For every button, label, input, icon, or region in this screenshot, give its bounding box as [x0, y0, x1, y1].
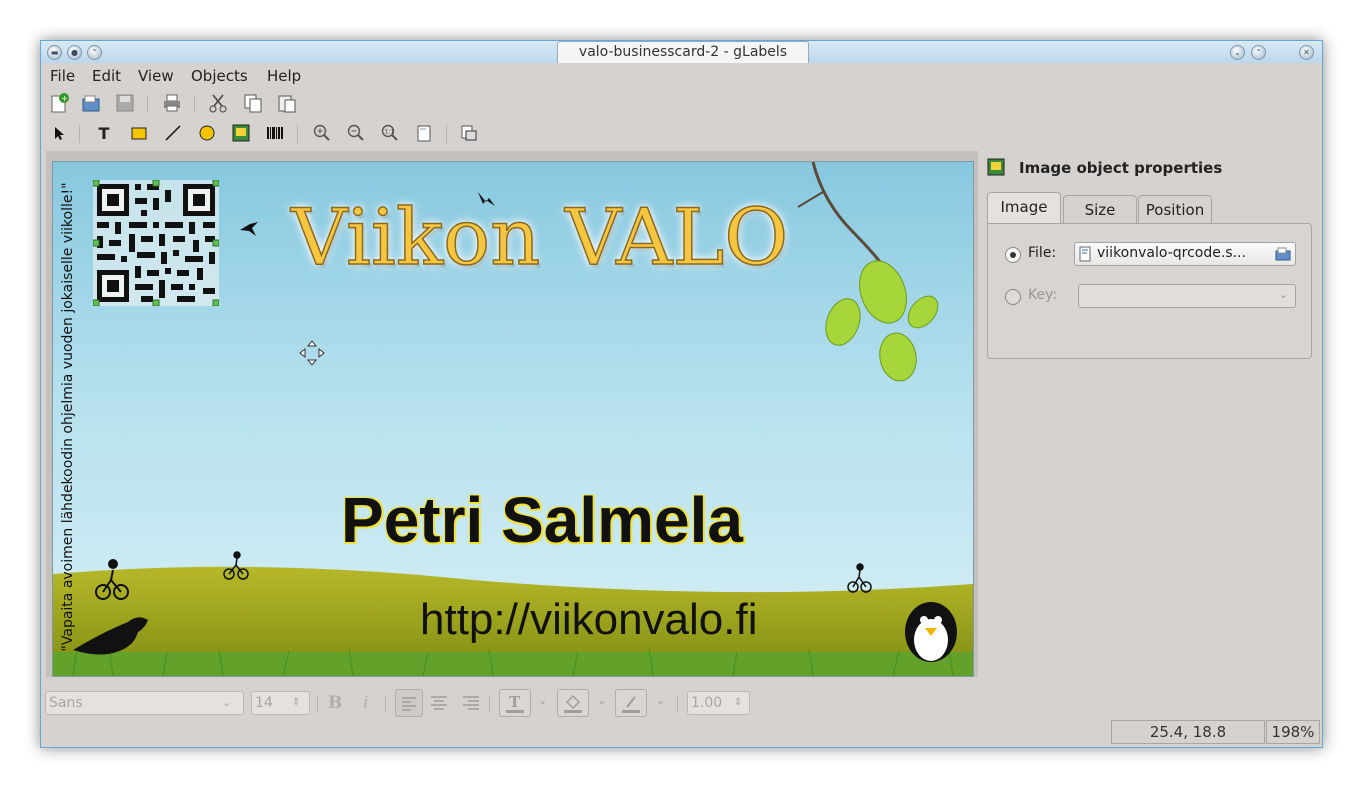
spin-arrows-icon: ⇕	[292, 697, 301, 708]
window-menu-icon[interactable]: ▬	[47, 45, 62, 60]
cut-icon[interactable]	[207, 92, 229, 114]
file-type-icon	[1079, 246, 1091, 262]
svg-text:T: T	[509, 693, 521, 711]
fill-color-icon	[564, 694, 582, 713]
paste-icon[interactable]	[276, 92, 298, 114]
card-name[interactable]: Petri Salmela	[341, 482, 743, 558]
menu-help[interactable]: Help	[267, 67, 301, 85]
file-radio[interactable]	[1005, 247, 1021, 263]
line-tool-icon[interactable]	[162, 122, 184, 144]
image-tab-panel: File: viikonvalo-qrcode.s... Key: ⌄	[987, 223, 1312, 359]
image-object-icon	[987, 158, 1005, 176]
open-icon[interactable]	[80, 92, 102, 114]
box-tool-icon[interactable]	[128, 122, 150, 144]
menu-bar: File Edit View Objects Help	[41, 63, 1322, 88]
align-center-icon[interactable]	[427, 690, 451, 714]
card-vertical-slogan[interactable]: "Vapaita avoimen lähdekoodin ohjelmia vu…	[58, 167, 78, 667]
line-color-icon	[622, 696, 640, 713]
object-properties-icon[interactable]	[458, 122, 480, 144]
align-left-icon	[402, 697, 416, 711]
barcode-tool-icon[interactable]	[264, 122, 286, 144]
qr-code-image[interactable]	[92, 179, 220, 307]
text-color-icon: T	[506, 693, 524, 713]
minimize-icon[interactable]: ⌄	[1230, 45, 1245, 60]
canvas-area[interactable]: Viikon VALO Petri Salmela http://viikonv…	[46, 151, 978, 677]
new-document-icon[interactable]: +	[48, 92, 70, 114]
align-left-button[interactable]	[395, 689, 423, 717]
zoom-1to1-icon[interactable]: 1:1	[379, 122, 401, 144]
menu-view[interactable]: View	[138, 67, 174, 85]
text-color-dropdown-icon[interactable]: ⌄	[538, 694, 547, 707]
file-name: viikonvalo-qrcode.s...	[1097, 245, 1246, 261]
keep-on-top-icon[interactable]: ●	[67, 45, 82, 60]
font-size-spin[interactable]: 14 ⇕	[251, 691, 310, 715]
zoom-level: 198%	[1266, 720, 1320, 744]
line-width-value: 1.00	[691, 695, 723, 711]
key-combobox[interactable]: ⌄	[1078, 284, 1296, 308]
image-tool-icon[interactable]	[230, 122, 252, 144]
font-size-value: 14	[255, 695, 273, 711]
zoom-out-icon[interactable]	[345, 122, 367, 144]
print-icon[interactable]	[161, 92, 183, 114]
key-radio[interactable]	[1005, 289, 1021, 305]
card-heading[interactable]: Viikon VALO	[290, 195, 789, 281]
file-label: File:	[1028, 245, 1057, 261]
shade-icon[interactable]: ⌃	[87, 45, 102, 60]
fill-color-button[interactable]	[557, 689, 589, 717]
text-tool-icon[interactable]: T	[93, 122, 115, 144]
key-label: Key:	[1028, 287, 1058, 303]
line-width-spin[interactable]: 1.00 ⇕	[687, 691, 750, 715]
font-family-combo[interactable]: Sans ⌄	[45, 691, 244, 715]
file-chooser-button[interactable]: viikonvalo-qrcode.s...	[1074, 242, 1296, 266]
chevron-down-icon: ⌄	[222, 696, 232, 709]
menu-file[interactable]: File	[50, 67, 75, 85]
close-icon[interactable]: ✕	[1299, 45, 1314, 60]
fill-color-dropdown-icon[interactable]: ⌄	[597, 694, 606, 707]
app-window: ▬ ● ⌃ valo-businesscard-2 - gLabels ⌄ ⌃ …	[40, 40, 1323, 748]
italic-button[interactable]: i	[363, 693, 368, 713]
tab-size[interactable]: Size	[1063, 195, 1137, 224]
tab-position[interactable]: Position	[1138, 195, 1212, 224]
font-family-value: Sans	[49, 695, 83, 711]
title-bar: ▬ ● ⌃ valo-businesscard-2 - gLabels ⌄ ⌃ …	[41, 41, 1322, 63]
zoom-in-icon[interactable]	[311, 122, 333, 144]
label-canvas[interactable]: Viikon VALO Petri Salmela http://viikonv…	[52, 161, 974, 677]
line-color-dropdown-icon[interactable]: ⌄	[656, 694, 665, 707]
card-url[interactable]: http://viikonvalo.fi	[420, 594, 758, 646]
spin-arrows-icon: ⇕	[734, 697, 743, 708]
status-bar: 25.4, 18.8 198%	[41, 720, 1322, 746]
line-color-button[interactable]	[615, 689, 647, 717]
open-folder-icon[interactable]	[1275, 246, 1291, 262]
properties-title: Image object properties	[1019, 159, 1223, 177]
zoom-fit-icon[interactable]	[413, 122, 435, 144]
menu-edit[interactable]: Edit	[92, 67, 121, 85]
tab-image[interactable]: Image	[987, 192, 1061, 224]
svg-text:1:1: 1:1	[385, 129, 395, 136]
maximize-icon[interactable]: ⌃	[1251, 45, 1266, 60]
align-right-icon[interactable]	[459, 690, 483, 714]
bold-button[interactable]: B	[328, 693, 342, 713]
select-arrow-icon[interactable]	[48, 122, 70, 144]
ellipse-tool-icon[interactable]	[196, 122, 218, 144]
copy-icon[interactable]	[242, 92, 264, 114]
window-title: valo-businesscard-2 - gLabels	[557, 41, 809, 63]
chevron-down-icon: ⌄	[1279, 288, 1289, 301]
save-icon[interactable]	[114, 92, 136, 114]
menu-objects[interactable]: Objects	[191, 67, 248, 85]
text-color-button[interactable]: T	[499, 689, 531, 717]
cursor-coordinates: 25.4, 18.8	[1111, 720, 1265, 744]
svg-text:+: +	[61, 94, 68, 103]
